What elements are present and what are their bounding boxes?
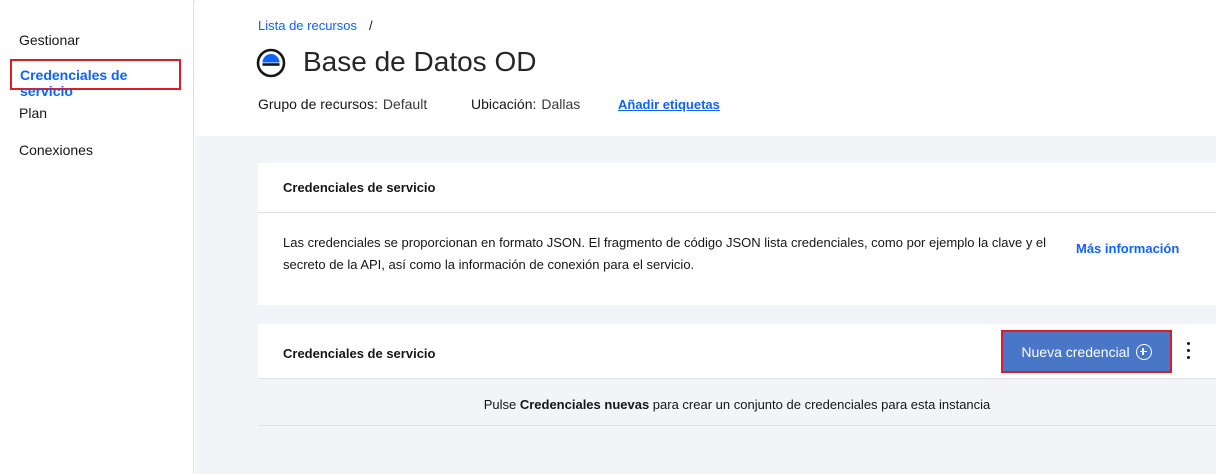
credentials-card: Credenciales de servicio Nueva credencia… [258,324,1216,426]
breadcrumb: Lista de recursos / [258,18,373,33]
location-label: Ubicación: [471,96,537,112]
card-divider [258,425,1216,426]
main-content: Credenciales de servicio Las credenciale… [195,136,1216,474]
page-header: Lista de recursos / Base de Datos OD Grup… [195,0,1216,136]
info-card: Credenciales de servicio Las credenciale… [258,163,1216,305]
new-credential-label: Nueva credencial [1021,343,1130,360]
sidebar-item-gestionar[interactable]: Gestionar [19,32,80,48]
add-tags-link[interactable]: Añadir etiquetas [618,97,720,112]
empty-state-message: Pulse Credenciales nuevas para crear un … [258,397,1216,412]
more-info-link[interactable]: Más información [1076,241,1179,256]
page-title: Base de Datos OD [303,46,537,77]
empty-prefix: Pulse [483,397,520,412]
add-circle-icon [1135,343,1152,360]
resource-group-value: Default [382,96,428,112]
database-service-icon [256,48,286,78]
empty-bold: Credenciales nuevas [519,397,650,412]
overflow-menu-icon[interactable] [1183,342,1193,364]
new-credential-highlight: Nueva credencial [1001,330,1172,373]
sidebar-item-plan[interactable]: Plan [19,105,47,121]
empty-suffix: para crear un conjunto de credenciales p… [649,397,991,412]
sidebar-item-conexiones[interactable]: Conexiones [19,142,93,158]
location-value: Dallas [541,96,581,112]
resource-group: Grupo de recursos: Default [258,96,427,112]
sidebar: Gestionar Credenciales de servicio Plan … [0,0,194,474]
new-credential-button[interactable]: Nueva credencial [1006,335,1167,368]
breadcrumb-separator: / [369,18,373,33]
credentials-card-title: Credenciales de servicio [283,346,436,361]
breadcrumb-link[interactable]: Lista de recursos [258,18,357,33]
resource-group-label: Grupo de recursos: [258,96,378,112]
info-card-title: Credenciales de servicio [258,163,1216,213]
location: Ubicación: Dallas [471,96,580,112]
info-card-text: Las credenciales se proporcionan en form… [283,235,1047,272]
credentials-card-header: Credenciales de servicio Nueva credencia… [258,324,1216,379]
sidebar-item-credenciales[interactable]: Credenciales de servicio [10,59,181,99]
